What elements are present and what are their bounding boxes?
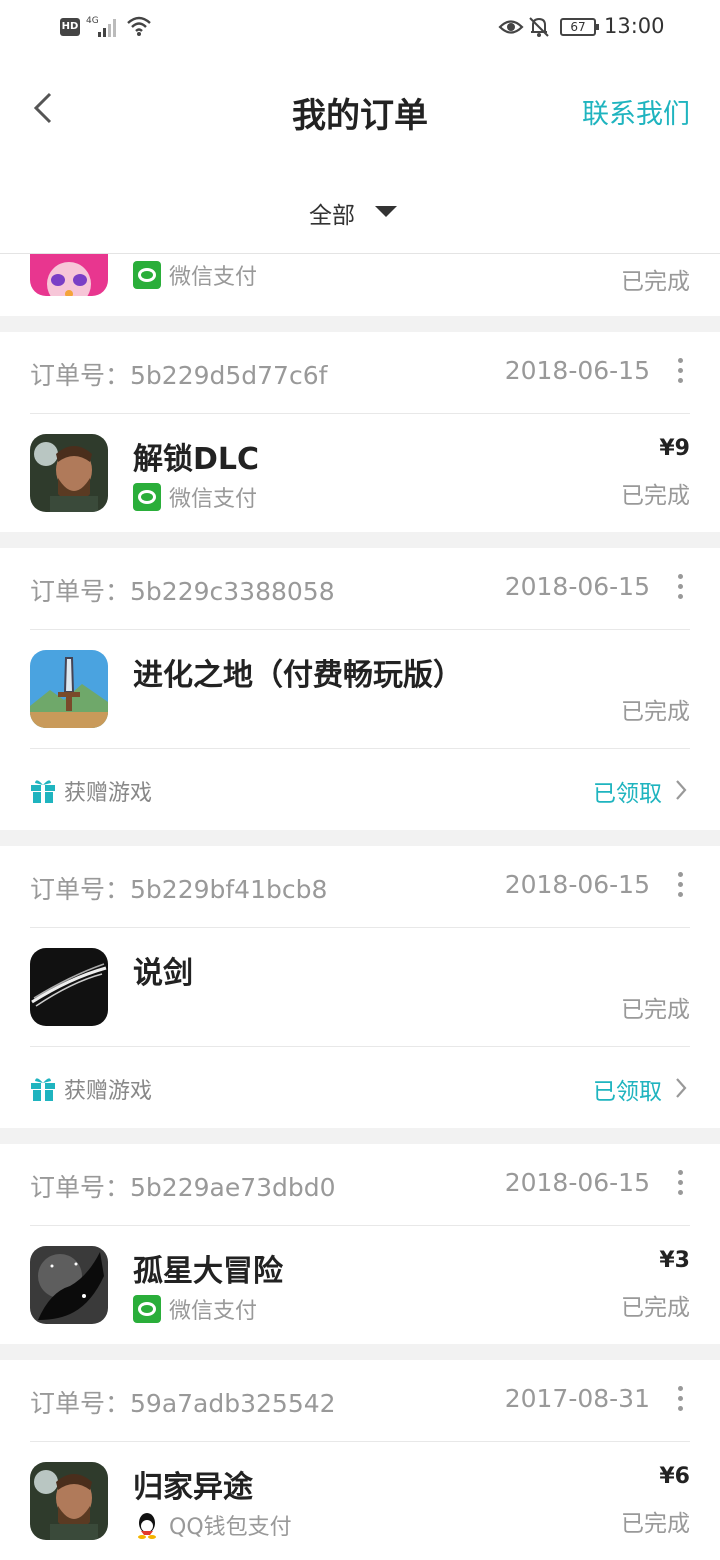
- price: ¥3: [659, 1248, 690, 1273]
- silhouette-creature-game-icon: [30, 1246, 108, 1324]
- game-title: 孤星大冒险: [133, 1254, 283, 1289]
- order-item[interactable]: 进化之地（付费畅玩版） 已完成: [30, 630, 690, 748]
- gift-row[interactable]: 获赠游戏 已领取: [30, 748, 690, 830]
- bearded-man-game-icon: [30, 1462, 108, 1540]
- order-card[interactable]: 订单号：5b229c3388058 2018-06-15 进化之地（付费畅玩版）…: [0, 548, 720, 830]
- ink-stroke-game-icon: [30, 948, 108, 1026]
- order-card[interactable]: 订单号：5b229ae73dbd0 2018-06-15 孤星大冒险 微信支付 …: [0, 1144, 720, 1344]
- gift-label: 获赠游戏: [64, 781, 153, 806]
- more-options-icon[interactable]: [678, 574, 684, 600]
- status-bar: HD 4G 67 13:00: [0, 0, 720, 54]
- price: ¥9: [659, 436, 690, 461]
- gift-row[interactable]: 获赠游戏 已领取: [30, 1046, 690, 1128]
- payment-method: QQ钱包支付: [169, 1515, 292, 1540]
- wechat-pay-icon: [133, 1295, 161, 1323]
- order-number: 订单号：5b229bf41bcb8: [30, 875, 328, 904]
- order-date: 2018-06-15: [504, 1168, 650, 1197]
- caret-down-icon[interactable]: [375, 206, 397, 217]
- order-card[interactable]: 订单号：5b229d5d77c6f 2018-06-15 解锁DLC 微信支付 …: [0, 332, 720, 532]
- order-status: 已完成: [621, 483, 690, 509]
- order-date: 2017-08-31: [504, 1384, 650, 1413]
- gift-claimed-status[interactable]: 已领取: [593, 1072, 662, 1106]
- order-status: 已完成: [621, 1295, 690, 1321]
- order-header: 订单号：59a7adb325542 2017-08-31: [30, 1360, 690, 1442]
- order-status: 已完成: [621, 997, 690, 1023]
- order-header: 订单号：5b229c3388058 2018-06-15: [30, 548, 690, 630]
- game-title: 进化之地（付费畅玩版）: [133, 658, 463, 693]
- wifi-icon: [127, 16, 151, 36]
- more-options-icon[interactable]: [678, 1170, 684, 1196]
- cellular-signal-icon: 4G: [86, 16, 116, 37]
- gift-label: 获赠游戏: [64, 1079, 153, 1104]
- battery-icon: 67: [560, 18, 599, 36]
- contact-us-link[interactable]: 联系我们: [582, 92, 690, 131]
- order-header: 订单号：5b229bf41bcb8 2018-06-15: [30, 846, 690, 928]
- mute-bell-icon: [529, 17, 549, 37]
- more-options-icon[interactable]: [678, 358, 684, 384]
- filter-bar: 全部: [0, 170, 720, 254]
- wechat-pay-icon: [133, 261, 161, 289]
- order-item[interactable]: 孤星大冒险 微信支付 ¥3 已完成: [30, 1226, 690, 1344]
- eye-comfort-icon: [498, 20, 524, 34]
- order-status: 已完成: [621, 269, 690, 295]
- game-title: 归家异途: [133, 1470, 253, 1505]
- order-item[interactable]: 说剑 已完成: [30, 928, 690, 1046]
- filter-dropdown[interactable]: 全部: [309, 196, 355, 230]
- game-title: 解锁DLC: [133, 442, 260, 477]
- order-number: 订单号：59a7adb325542: [30, 1389, 336, 1418]
- payment-method: 微信支付: [169, 265, 258, 290]
- order-status: 已完成: [621, 1511, 690, 1537]
- order-item[interactable]: 解锁DLC 微信支付 ¥9 已完成: [30, 414, 690, 532]
- gift-icon: [31, 780, 55, 803]
- order-number: 订单号：5b229c3388058: [30, 577, 335, 606]
- anime-girl-game-icon: [30, 254, 108, 296]
- sword-game-icon: [30, 650, 108, 728]
- order-number: 订单号：5b229ae73dbd0: [30, 1173, 336, 1202]
- qq-wallet-icon: [138, 1513, 156, 1539]
- hd-icon: HD: [60, 18, 80, 36]
- order-date: 2018-06-15: [504, 870, 650, 899]
- gift-icon: [31, 1078, 55, 1101]
- more-options-icon[interactable]: [678, 1386, 684, 1412]
- order-card-partial[interactable]: 微信支付 已完成: [0, 254, 720, 316]
- chevron-right-icon[interactable]: [674, 779, 688, 801]
- navigation-header: 我的订单 联系我们: [0, 54, 720, 170]
- payment-method: 微信支付: [169, 487, 258, 512]
- bearded-man-game-icon: [30, 434, 108, 512]
- game-title: 说剑: [133, 956, 193, 991]
- chevron-right-icon[interactable]: [674, 1077, 688, 1099]
- order-header: 订单号：5b229d5d77c6f 2018-06-15: [30, 332, 690, 414]
- clock: 13:00: [604, 14, 665, 38]
- order-card[interactable]: 订单号：5b229bf41bcb8 2018-06-15 说剑 已完成 获赠游戏…: [0, 846, 720, 1128]
- order-item[interactable]: 归家异途 QQ钱包支付 ¥6 已完成: [30, 1442, 690, 1560]
- order-number: 订单号：5b229d5d77c6f: [30, 361, 328, 390]
- order-date: 2018-06-15: [504, 572, 650, 601]
- network-type: 4G: [86, 16, 99, 26]
- order-status: 已完成: [621, 699, 690, 725]
- order-header: 订单号：5b229ae73dbd0 2018-06-15: [30, 1144, 690, 1226]
- price: ¥6: [659, 1464, 690, 1489]
- order-date: 2018-06-15: [504, 356, 650, 385]
- order-card[interactable]: 订单号：59a7adb325542 2017-08-31 归家异途 QQ钱包支付…: [0, 1360, 720, 1560]
- gift-claimed-status[interactable]: 已领取: [593, 774, 662, 808]
- more-options-icon[interactable]: [678, 872, 684, 898]
- payment-method: 微信支付: [169, 1299, 258, 1324]
- wechat-pay-icon: [133, 483, 161, 511]
